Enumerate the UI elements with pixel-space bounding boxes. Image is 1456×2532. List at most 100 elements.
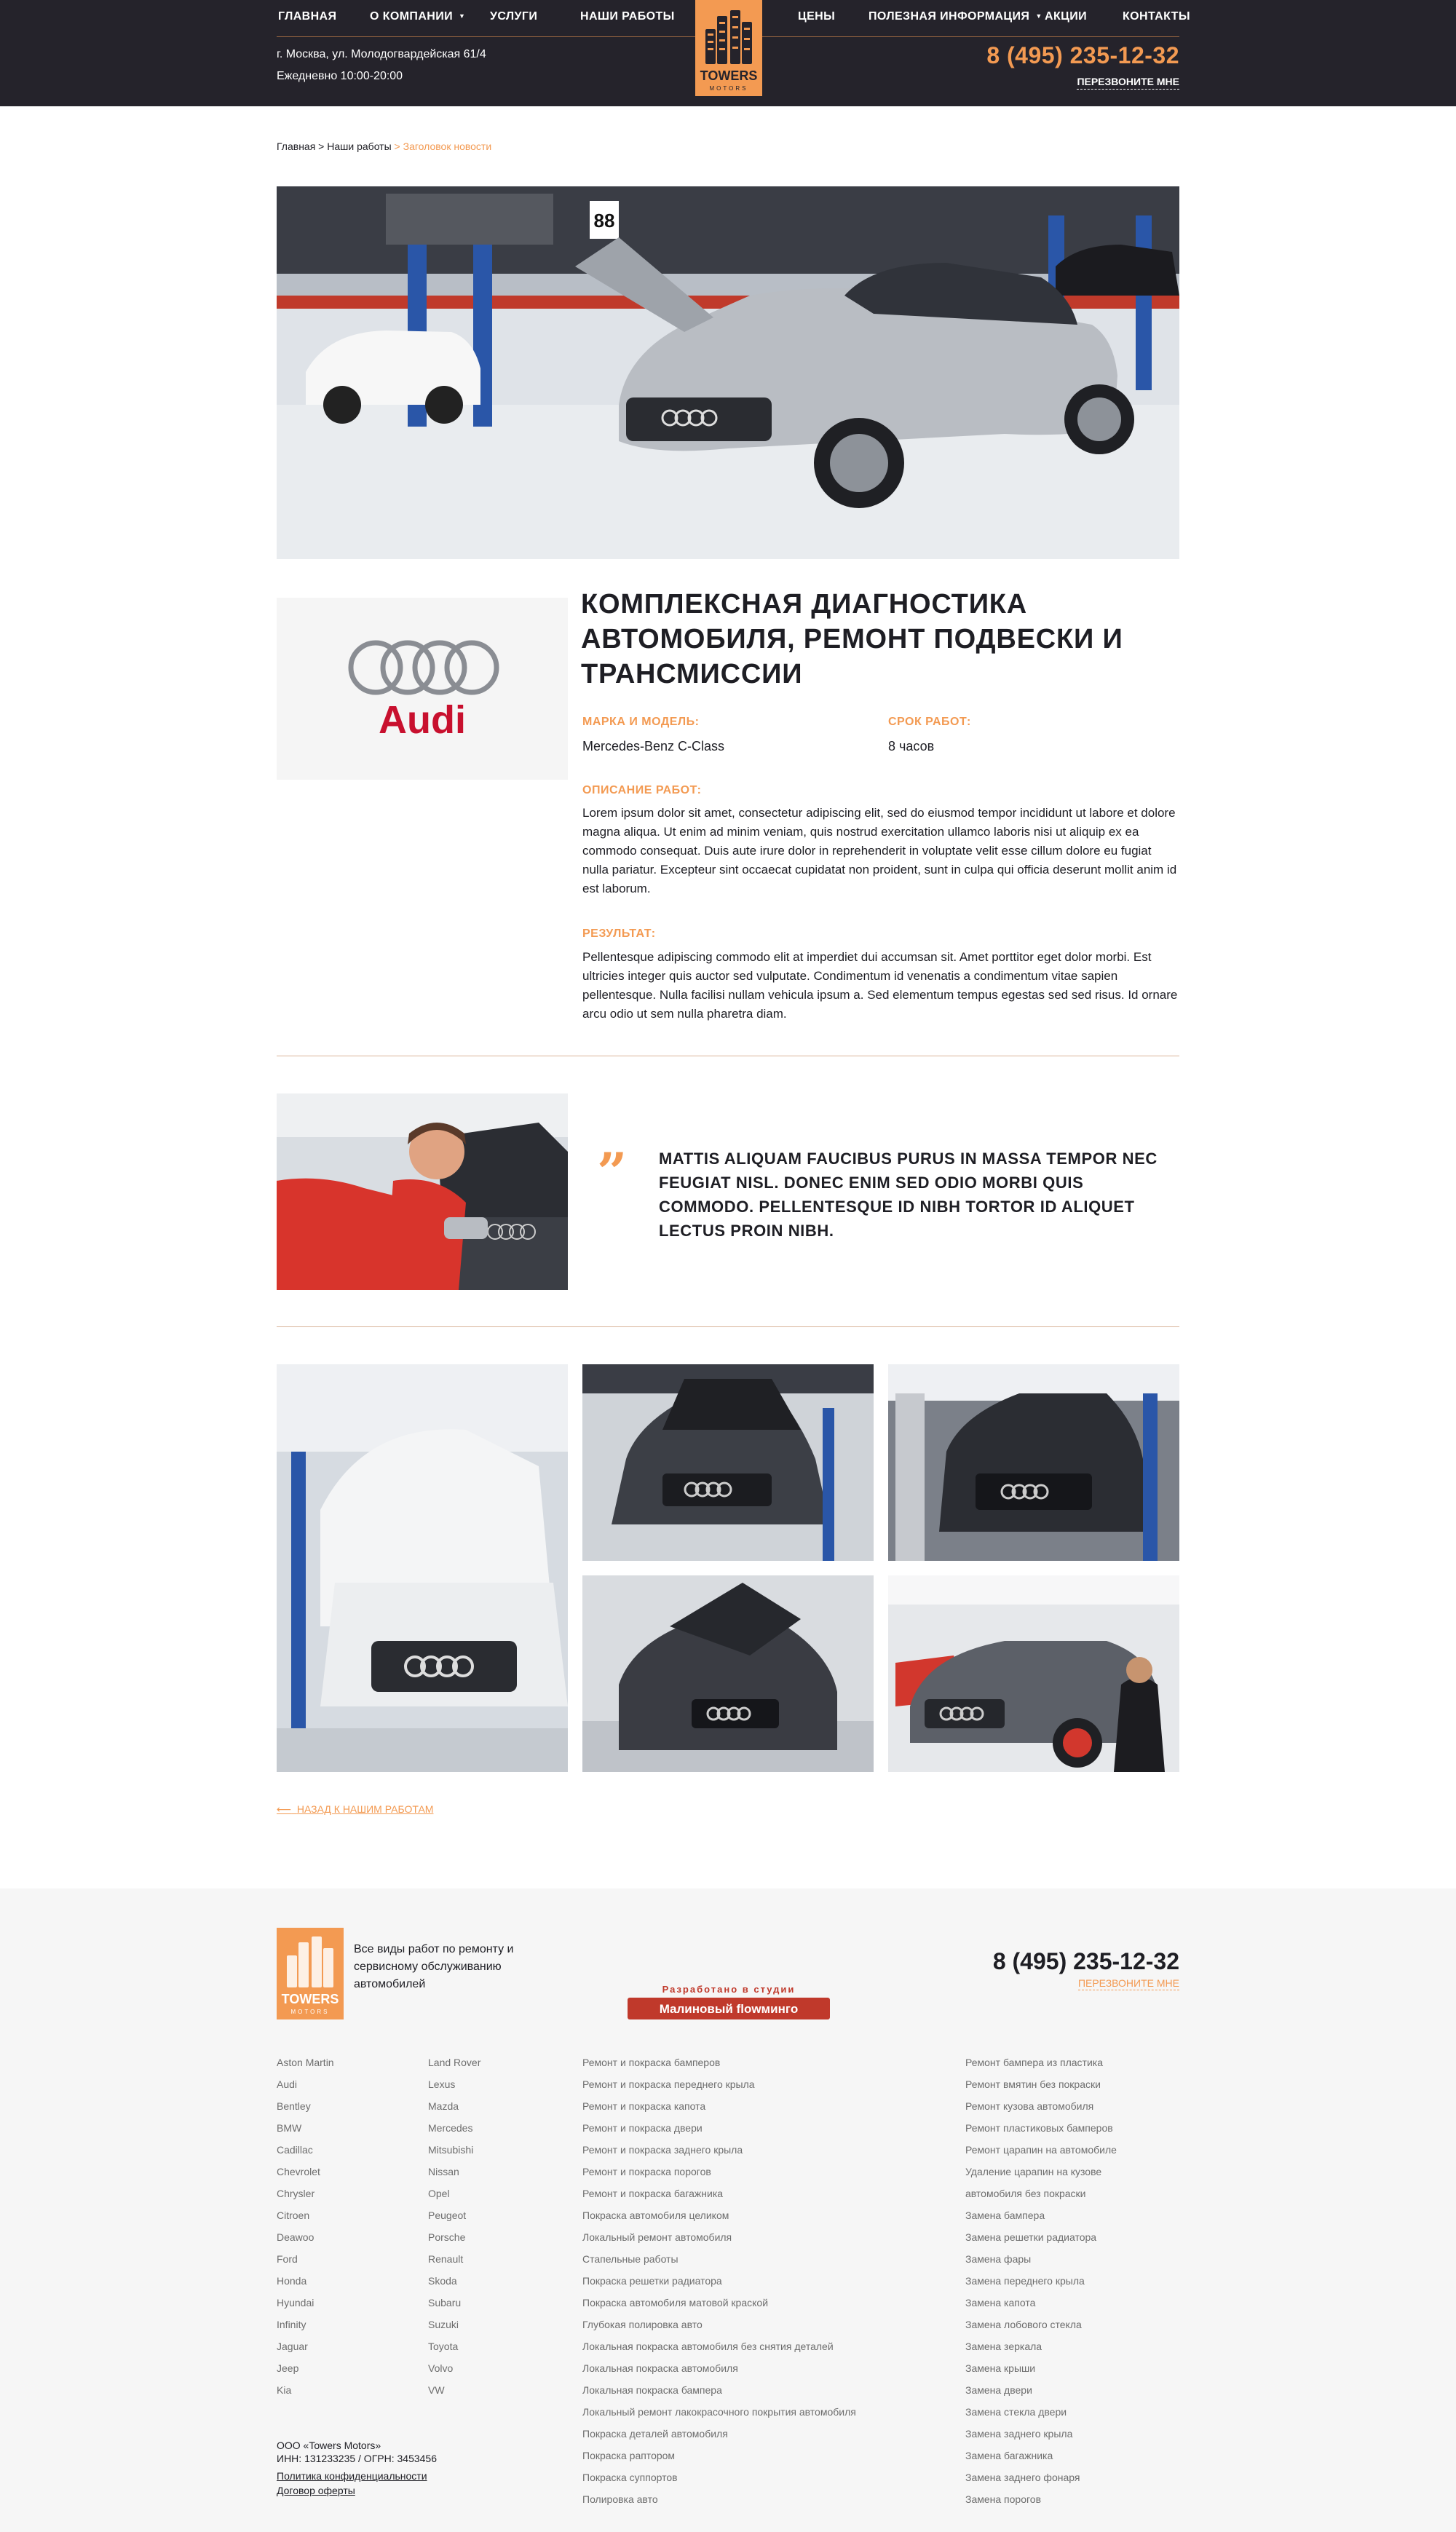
footer-service-link[interactable]: Покраска деталей автомобиля <box>582 2423 856 2445</box>
footer-service-link[interactable]: Замена фары <box>965 2248 1117 2270</box>
footer-phone[interactable]: 8 (495) 235-12-32 <box>993 1948 1179 1975</box>
footer-service-link[interactable]: Ремонт бампера из пластика <box>965 2052 1117 2073</box>
footer-brand-link[interactable]: VW <box>428 2379 480 2401</box>
nav-works[interactable]: Наши работы <box>580 10 675 23</box>
footer-service-link[interactable]: Замена решетки радиатора <box>965 2226 1117 2248</box>
footer-service-link[interactable]: Замена багажника <box>965 2445 1117 2466</box>
footer-brand-link[interactable]: Honda <box>277 2270 334 2292</box>
footer-service-link[interactable]: Локальный ремонт автомобиля <box>582 2226 856 2248</box>
footer-service-link[interactable]: Локальная покраска автомобиля без снятия… <box>582 2335 856 2357</box>
footer-service-link[interactable]: Ремонт вмятин без покраски <box>965 2073 1117 2095</box>
footer-service-link[interactable]: Покраска суппортов <box>582 2466 856 2488</box>
footer-service-link[interactable]: Замена переднего крыла <box>965 2270 1117 2292</box>
footer-service-link[interactable]: Замена капота <box>965 2292 1117 2314</box>
nav-useful-info[interactable]: Полезная информация ▼ <box>869 10 1042 23</box>
studio-badge[interactable]: Разработано в студии Малиновый flowмингo <box>628 1983 830 2021</box>
footer-brand-link[interactable]: Lexus <box>428 2073 480 2095</box>
footer-brand-link[interactable]: Aston Martin <box>277 2052 334 2073</box>
gallery-image[interactable] <box>582 1575 874 1772</box>
footer-brand-link[interactable]: Mazda <box>428 2095 480 2117</box>
header-phone[interactable]: 8 (495) 235-12-32 <box>986 42 1179 69</box>
footer-brand-link[interactable]: Volvo <box>428 2357 480 2379</box>
nav-promotions[interactable]: Акции <box>1045 10 1087 23</box>
gallery-image[interactable] <box>888 1575 1179 1772</box>
gallery-image[interactable] <box>888 1364 1179 1561</box>
quote-text: Mattis aliquam faucibus purus in massa t… <box>659 1150 1158 1240</box>
footer-brand-link[interactable]: Nissan <box>428 2161 480 2183</box>
footer-brand-link[interactable]: Deawoo <box>277 2226 334 2248</box>
footer-service-link[interactable]: Замена порогов <box>965 2488 1117 2510</box>
footer-service-link[interactable]: Локальная покраска бампера <box>582 2379 856 2401</box>
footer-brand-link[interactable]: Audi <box>277 2073 334 2095</box>
footer-service-link[interactable]: Локальная покраска автомобиля <box>582 2357 856 2379</box>
breadcrumb-works[interactable]: Наши работы <box>327 141 391 152</box>
footer-service-link[interactable]: Замена стекла двери <box>965 2401 1117 2423</box>
header-callback-link[interactable]: Перезвоните мне <box>1077 76 1179 90</box>
footer-service-link[interactable]: Замена лобового стекла <box>965 2314 1117 2335</box>
footer-service-link[interactable]: Покраска раптором <box>582 2445 856 2466</box>
footer-brand-link[interactable]: Skoda <box>428 2270 480 2292</box>
footer-service-link[interactable]: Глубокая полировка авто <box>582 2314 856 2335</box>
footer-brand-link[interactable]: Renault <box>428 2248 480 2270</box>
footer-service-link[interactable]: Ремонт и покраска двери <box>582 2117 856 2139</box>
footer-brand-link[interactable]: Infinity <box>277 2314 334 2335</box>
footer-brand-link[interactable]: Land Rover <box>428 2052 480 2073</box>
footer-brand-link[interactable]: Hyundai <box>277 2292 334 2314</box>
footer-service-link[interactable]: Замена заднего фонаря <box>965 2466 1117 2488</box>
nav-prices[interactable]: Цены <box>798 10 835 23</box>
footer-service-link[interactable]: Покраска решетки радиатора <box>582 2270 856 2292</box>
footer-callback-link[interactable]: Перезвоните мне <box>1077 1977 1179 1990</box>
footer-service-link[interactable]: Ремонт и покраска багажника <box>582 2183 856 2204</box>
footer-brand-link[interactable]: Chevrolet <box>277 2161 334 2183</box>
footer-service-link[interactable]: Замена крыши <box>965 2357 1117 2379</box>
footer-service-link[interactable]: Замена заднего крыла <box>965 2423 1117 2445</box>
footer-brand-link[interactable]: Bentley <box>277 2095 334 2117</box>
footer-service-link[interactable]: Полировка авто <box>582 2488 856 2510</box>
gallery-image[interactable] <box>277 1364 568 1772</box>
gallery-image[interactable] <box>582 1364 874 1561</box>
footer-brand-link[interactable]: Cadillac <box>277 2139 334 2161</box>
footer-brand-link[interactable]: Toyota <box>428 2335 480 2357</box>
nav-contacts[interactable]: Контакты <box>1123 10 1190 23</box>
footer-brand-link[interactable]: Ford <box>277 2248 334 2270</box>
footer-service-link[interactable]: Замена двери <box>965 2379 1117 2401</box>
privacy-link[interactable]: Политика конфиденциальности <box>277 2469 437 2482</box>
footer-brand-link[interactable]: Suzuki <box>428 2314 480 2335</box>
nav-home[interactable]: Главная <box>278 10 336 23</box>
footer-service-link[interactable]: Покраска автомобиля целиком <box>582 2204 856 2226</box>
footer-brand-link[interactable]: Porsche <box>428 2226 480 2248</box>
footer-brand-link[interactable]: Jeep <box>277 2357 334 2379</box>
footer-service-link[interactable]: Локальный ремонт лакокрасочного покрытия… <box>582 2401 856 2423</box>
footer-brand-link[interactable]: Jaguar <box>277 2335 334 2357</box>
footer-brand-link[interactable]: BMW <box>277 2117 334 2139</box>
footer-service-link[interactable]: Ремонт и покраска переднего крыла <box>582 2073 856 2095</box>
footer-service-link[interactable]: Удаление царапин на кузове <box>965 2161 1117 2183</box>
footer-service-link[interactable]: Замена бампера <box>965 2204 1117 2226</box>
footer-brand-link[interactable]: Mitsubishi <box>428 2139 480 2161</box>
footer-service-link[interactable]: Ремонт пластиковых бамперов <box>965 2117 1117 2139</box>
footer-brand-link[interactable]: Kia <box>277 2379 334 2401</box>
footer-service-link[interactable]: автомобиля без покраски <box>965 2183 1117 2204</box>
footer-service-link[interactable]: Стапельные работы <box>582 2248 856 2270</box>
footer-brand-link[interactable]: Opel <box>428 2183 480 2204</box>
footer-service-link[interactable]: Покраска автомобиля матовой краской <box>582 2292 856 2314</box>
footer-service-link[interactable]: Ремонт и покраска бамперов <box>582 2052 856 2073</box>
footer-service-link[interactable]: Ремонт царапин на автомобиле <box>965 2139 1117 2161</box>
footer-brand-link[interactable]: Mercedes <box>428 2117 480 2139</box>
back-link[interactable]: ⟵ Назад к нашим работам <box>277 1803 433 1816</box>
footer-towers-logo[interactable]: TOWERS MOTORS <box>277 1928 344 2019</box>
breadcrumb-home[interactable]: Главная <box>277 141 315 152</box>
footer-service-link[interactable]: Ремонт и покраска порогов <box>582 2161 856 2183</box>
nav-about[interactable]: О компании ▼ <box>370 10 465 23</box>
footer-service-link[interactable]: Замена зеркала <box>965 2335 1117 2357</box>
footer-service-link[interactable]: Ремонт и покраска заднего крыла <box>582 2139 856 2161</box>
nav-services[interactable]: Услуги <box>490 10 537 23</box>
offer-link[interactable]: Договор оферты <box>277 2484 437 2497</box>
towers-logo[interactable]: TOWERS MOTORS <box>695 0 762 96</box>
footer-brand-link[interactable]: Citroen <box>277 2204 334 2226</box>
footer-service-link[interactable]: Ремонт и покраска капота <box>582 2095 856 2117</box>
footer-brand-link[interactable]: Chrysler <box>277 2183 334 2204</box>
footer-service-link[interactable]: Ремонт кузова автомобиля <box>965 2095 1117 2117</box>
footer-brand-link[interactable]: Subaru <box>428 2292 480 2314</box>
footer-brand-link[interactable]: Peugeot <box>428 2204 480 2226</box>
